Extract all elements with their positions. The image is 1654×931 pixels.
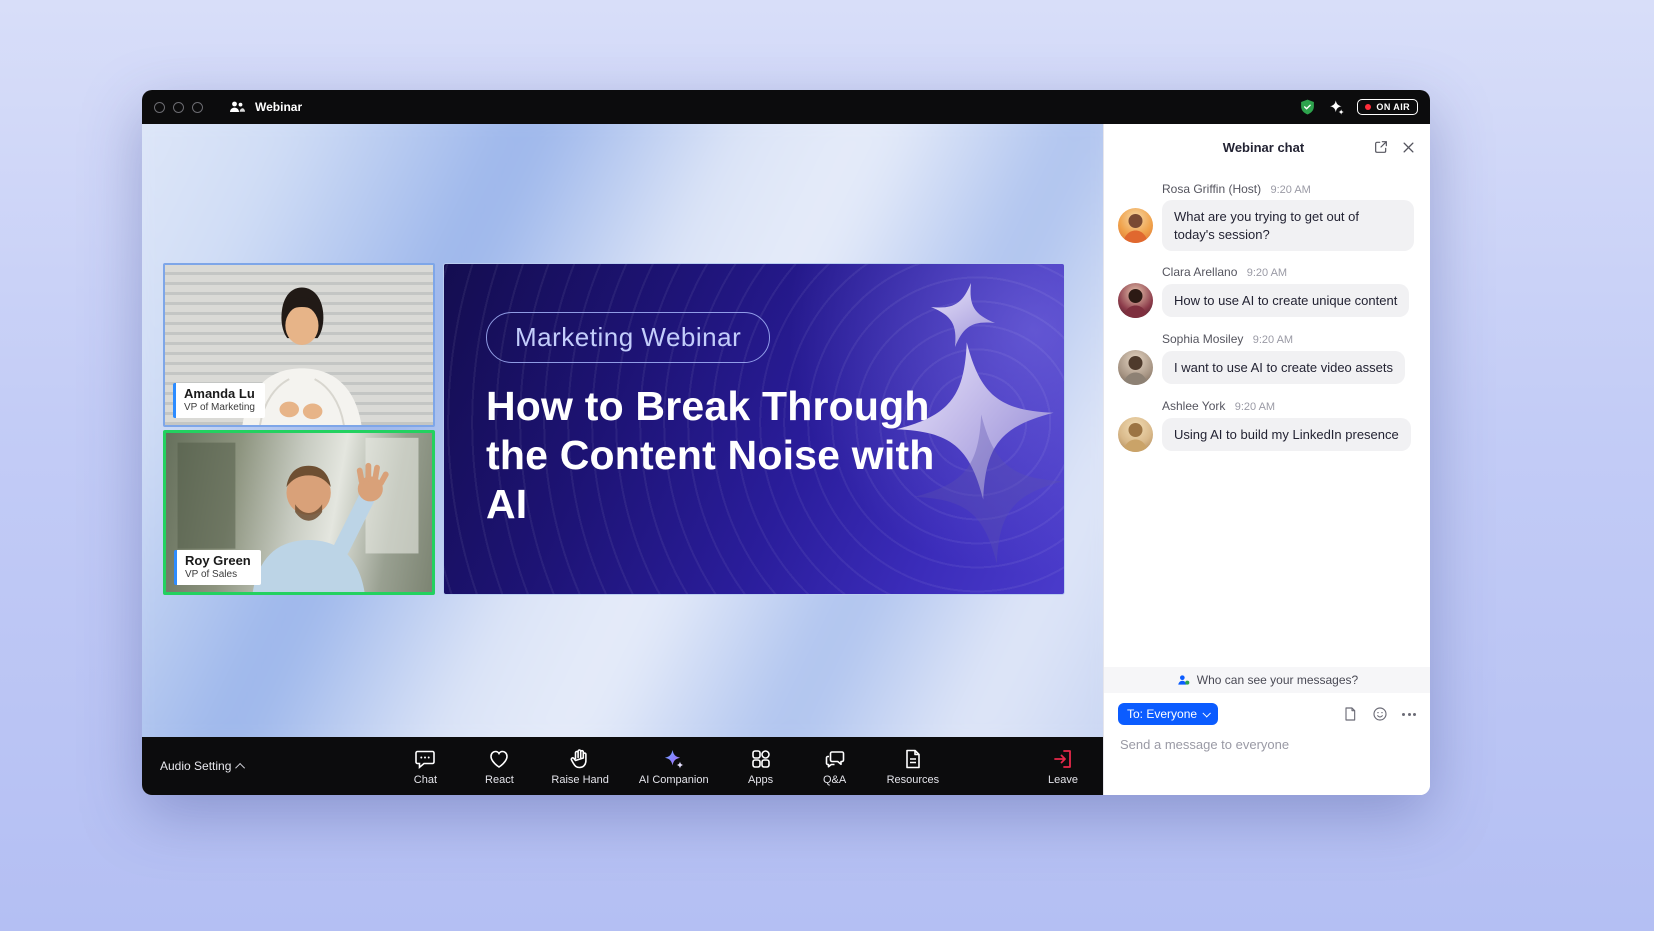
on-air-badge: ON AIR bbox=[1357, 99, 1418, 115]
message-author: Rosa Griffin (Host) bbox=[1162, 182, 1261, 196]
chat-panel: Webinar chat bbox=[1103, 124, 1430, 795]
emoji-button[interactable] bbox=[1372, 706, 1388, 722]
message-author: Sophia Mosiley bbox=[1162, 332, 1243, 346]
leave-icon bbox=[1051, 747, 1075, 771]
window-minimize-button[interactable] bbox=[173, 102, 184, 113]
participant-name: Amanda Lu bbox=[184, 386, 255, 402]
react-button[interactable]: React bbox=[477, 747, 521, 786]
avatar bbox=[1118, 417, 1153, 452]
chat-header: Webinar chat bbox=[1104, 124, 1430, 170]
message-author: Clara Arellano bbox=[1162, 265, 1237, 279]
avatar bbox=[1118, 208, 1153, 243]
slide-badge: Marketing Webinar bbox=[486, 312, 770, 363]
ellipsis-icon bbox=[1402, 713, 1416, 716]
window-controls bbox=[154, 102, 203, 113]
apps-button[interactable]: Apps bbox=[739, 747, 783, 786]
to-everyone-label: To: Everyone bbox=[1127, 707, 1197, 721]
visibility-note-text: Who can see your messages? bbox=[1197, 673, 1358, 687]
chat-message: Rosa Griffin (Host) 9:20 AM What are you… bbox=[1104, 174, 1430, 257]
chat-message-list[interactable]: Rosa Griffin (Host) 9:20 AM What are you… bbox=[1104, 170, 1430, 667]
qa-button[interactable]: Q&A bbox=[813, 747, 857, 786]
apps-icon bbox=[749, 747, 773, 771]
resources-button[interactable]: Resources bbox=[887, 747, 940, 786]
slide-title: How to Break Through the Content Noise w… bbox=[486, 382, 936, 530]
qa-label: Q&A bbox=[823, 774, 846, 786]
leave-button[interactable]: Leave bbox=[1041, 747, 1085, 786]
window-maximize-button[interactable] bbox=[192, 102, 203, 113]
participant-video-roy[interactable]: Roy Green VP of Sales bbox=[163, 430, 435, 595]
ai-companion-icon bbox=[662, 747, 686, 771]
chat-icon bbox=[413, 747, 437, 771]
raise-hand-label: Raise Hand bbox=[551, 774, 608, 786]
audience-icon bbox=[1176, 673, 1191, 687]
message-bubble: I want to use AI to create video assets bbox=[1162, 351, 1405, 385]
participant-video-amanda[interactable]: Amanda Lu VP of Marketing bbox=[163, 263, 435, 427]
video-stage: Amanda Lu VP of Marketing bbox=[142, 124, 1103, 737]
chat-message: Clara Arellano 9:20 AM How to use AI to … bbox=[1104, 257, 1430, 324]
popout-chat-button[interactable] bbox=[1373, 139, 1389, 155]
message-time: 9:20 AM bbox=[1253, 334, 1293, 346]
heart-icon bbox=[487, 747, 511, 771]
titlebar: Webinar ON AIR bbox=[142, 90, 1430, 124]
nametag-roy: Roy Green VP of Sales bbox=[174, 550, 261, 585]
audio-setting-label: Audio Setting bbox=[160, 759, 231, 773]
nametag-amanda: Amanda Lu VP of Marketing bbox=[173, 383, 265, 418]
more-options-button[interactable] bbox=[1402, 713, 1416, 716]
qa-icon bbox=[823, 747, 847, 771]
message-bubble: How to use AI to create unique content bbox=[1162, 284, 1409, 318]
slide-sparkle-shadow bbox=[907, 407, 1065, 572]
audio-setting-button[interactable]: Audio Setting bbox=[160, 759, 245, 773]
close-chat-button[interactable] bbox=[1401, 140, 1416, 155]
on-air-dot bbox=[1365, 104, 1371, 110]
react-label: React bbox=[485, 774, 514, 786]
participant-name: Roy Green bbox=[185, 553, 251, 569]
apps-label: Apps bbox=[748, 774, 773, 786]
message-time: 9:20 AM bbox=[1235, 401, 1275, 413]
message-visibility-note: Who can see your messages? bbox=[1104, 667, 1430, 693]
security-shield-icon[interactable] bbox=[1299, 98, 1316, 116]
resources-icon bbox=[901, 747, 925, 771]
chevron-up-icon bbox=[236, 762, 246, 772]
to-everyone-selector[interactable]: To: Everyone bbox=[1118, 703, 1218, 725]
ai-companion-label: AI Companion bbox=[639, 774, 709, 786]
message-bubble: What are you trying to get out of today'… bbox=[1162, 200, 1414, 251]
message-author: Ashlee York bbox=[1162, 399, 1225, 413]
webinar-window: Webinar ON AIR bbox=[142, 90, 1430, 795]
message-time: 9:20 AM bbox=[1270, 184, 1310, 196]
on-air-label: ON AIR bbox=[1376, 102, 1410, 112]
participant-role: VP of Marketing bbox=[184, 402, 255, 414]
message-input[interactable] bbox=[1104, 729, 1430, 760]
participant-role: VP of Sales bbox=[185, 569, 251, 581]
ai-companion-status-icon[interactable] bbox=[1328, 99, 1345, 116]
ai-companion-button[interactable]: AI Companion bbox=[639, 747, 709, 786]
chat-footer: Who can see your messages? To: Everyone bbox=[1104, 667, 1430, 795]
avatar bbox=[1118, 350, 1153, 385]
chat-label: Chat bbox=[414, 774, 437, 786]
chat-button[interactable]: Chat bbox=[403, 747, 447, 786]
attach-file-button[interactable] bbox=[1342, 706, 1358, 722]
meeting-toolbar: Audio Setting Chat bbox=[142, 737, 1103, 795]
chat-message: Sophia Mosiley 9:20 AM I want to use AI … bbox=[1104, 324, 1430, 391]
shared-slide: Marketing Webinar How to Break Through t… bbox=[443, 263, 1065, 595]
raise-hand-icon bbox=[568, 747, 592, 771]
leave-label: Leave bbox=[1048, 774, 1078, 786]
window-title: Webinar bbox=[255, 100, 302, 114]
chat-message: Ashlee York 9:20 AM Using AI to build my… bbox=[1104, 391, 1430, 458]
chat-title: Webinar chat bbox=[1118, 140, 1373, 155]
avatar bbox=[1118, 283, 1153, 318]
raise-hand-button[interactable]: Raise Hand bbox=[551, 747, 608, 786]
message-bubble: Using AI to build my LinkedIn presence bbox=[1162, 418, 1411, 452]
message-time: 9:20 AM bbox=[1247, 267, 1287, 279]
resources-label: Resources bbox=[887, 774, 940, 786]
chevron-down-icon bbox=[1203, 709, 1211, 717]
webinar-people-icon bbox=[229, 100, 245, 114]
window-close-button[interactable] bbox=[154, 102, 165, 113]
